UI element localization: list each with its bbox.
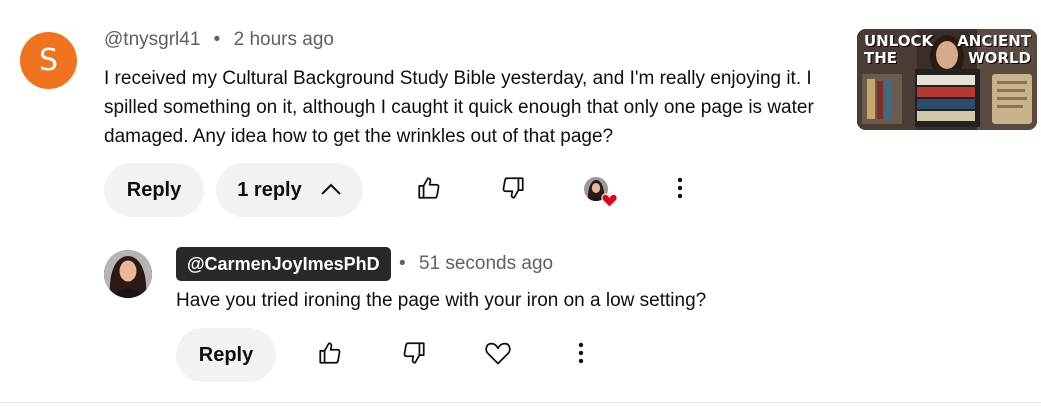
more-vert-icon bbox=[677, 177, 683, 204]
reply-more-button[interactable] bbox=[561, 335, 601, 375]
thumbs-down-icon bbox=[500, 175, 526, 206]
reply-heart-button[interactable] bbox=[478, 335, 518, 375]
thumbnail-word: WORLD bbox=[968, 49, 1031, 67]
thumbs-down-icon bbox=[401, 340, 427, 371]
creator-author-chip[interactable]: @CarmenJoyImesPhD bbox=[176, 247, 391, 281]
video-thumbnail[interactable]: UNLOCK THE ANCIENT WORLD bbox=[857, 29, 1037, 130]
thumbs-up-icon bbox=[416, 175, 442, 206]
comment-author[interactable]: @tnysgrl41 bbox=[104, 29, 200, 50]
reply-author: @CarmenJoyImesPhD bbox=[187, 253, 380, 274]
commenter-avatar[interactable]: S bbox=[20, 32, 77, 89]
reply-reply-button[interactable]: Reply bbox=[176, 328, 276, 382]
thumbnail-text-right: ANCIENT WORLD bbox=[957, 33, 1031, 67]
dislike-button[interactable] bbox=[493, 170, 533, 210]
reply-text: Have you tried ironing the page with you… bbox=[176, 290, 707, 311]
avatar-photo bbox=[104, 250, 152, 298]
reply-button[interactable]: Reply bbox=[104, 163, 204, 217]
reply-dislike-button[interactable] bbox=[394, 335, 434, 375]
heart-outline-icon bbox=[484, 340, 512, 371]
thumbnail-word: ANCIENT bbox=[957, 32, 1031, 50]
comment-text: I received my Cultural Background Study … bbox=[104, 68, 814, 147]
heart-icon bbox=[601, 192, 618, 213]
reply-button-label: Reply bbox=[198, 343, 254, 366]
avatar-letter: S bbox=[38, 43, 59, 78]
comment-time[interactable]: 2 hours ago bbox=[234, 29, 334, 50]
reply-button-label: Reply bbox=[126, 178, 182, 201]
meta-separator: • bbox=[213, 29, 221, 50]
thumbnail-text-left: UNLOCK THE bbox=[864, 33, 933, 67]
creator-heart-badge bbox=[584, 177, 620, 211]
replies-toggle-button[interactable]: 1 reply bbox=[216, 163, 363, 217]
thumbnail-word: UNLOCK bbox=[864, 32, 934, 50]
meta-separator: • bbox=[399, 253, 406, 274]
thumbs-up-icon bbox=[317, 340, 343, 371]
reply-meta: • 51 seconds ago bbox=[399, 253, 553, 275]
reply-like-button[interactable] bbox=[310, 335, 350, 375]
divider bbox=[0, 402, 1041, 403]
comment-more-button[interactable] bbox=[660, 170, 700, 210]
thumbnail-word: THE bbox=[864, 49, 898, 67]
like-button[interactable] bbox=[409, 170, 449, 210]
reply-time[interactable]: 51 seconds ago bbox=[419, 253, 553, 274]
comment-meta: @tnysgrl41 • 2 hours ago bbox=[104, 29, 334, 51]
chevron-up-icon bbox=[320, 179, 342, 202]
reply-author-avatar[interactable] bbox=[104, 250, 152, 298]
replies-count-label: 1 reply bbox=[237, 178, 302, 201]
more-vert-icon bbox=[578, 342, 584, 369]
